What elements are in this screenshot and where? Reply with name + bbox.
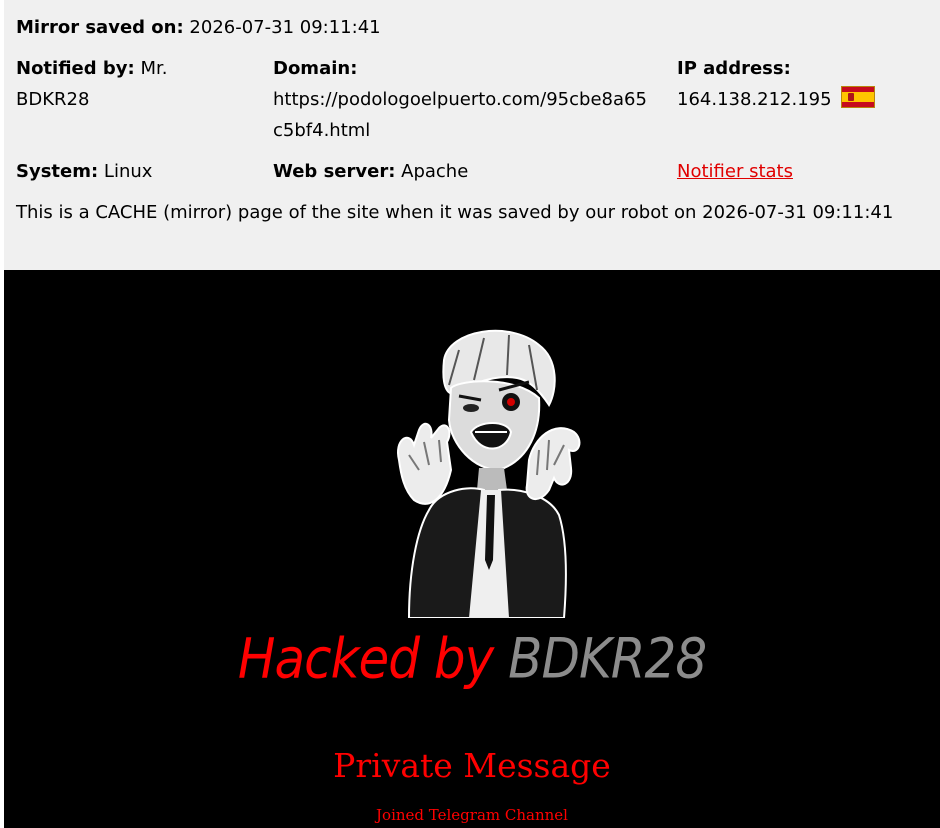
mirror-saved-value: 2026-07-31 09:11:41 — [189, 17, 381, 38]
spain-flag-icon — [841, 86, 876, 108]
webserver-cell: Web server: Apache — [273, 156, 658, 187]
domain-label: Domain: — [273, 58, 358, 79]
domain-value: https://podologoelpuerto.com/95cbe8a65c5… — [273, 89, 647, 141]
anime-character-illustration — [397, 329, 581, 618]
hacked-by-title: Hacked by BDKR28 — [4, 627, 940, 691]
webserver-label: Web server: — [273, 161, 396, 182]
mirror-saved-label: Mirror saved on: — [16, 17, 184, 38]
ip-label: IP address: — [677, 58, 791, 79]
hacked-by-text: Hacked by — [237, 627, 494, 691]
ip-cell: IP address: 164.138.212.195 — [677, 53, 927, 115]
system-cell: System: Linux — [16, 156, 246, 187]
mirrored-page: Hacked by BDKR28 Private Message Joined … — [4, 270, 940, 828]
mirror-info-panel: Mirror saved on: 2026-07-31 09:11:41 Not… — [4, 0, 940, 270]
mirror-saved-row: Mirror saved on: 2026-07-31 09:11:41 — [16, 12, 381, 43]
notifier-stats-cell: Notifier stats — [677, 156, 927, 187]
telegram-channel-link[interactable]: Joined Telegram Channel — [4, 806, 940, 824]
notifier-stats-link[interactable]: Notifier stats — [677, 161, 793, 182]
notified-by-cell: Notified by: Mr. BDKR28 — [16, 53, 246, 115]
private-message-heading: Private Message — [333, 746, 611, 785]
hacker-name-text: BDKR28 — [508, 627, 707, 691]
system-value: Linux — [103, 161, 153, 182]
ip-value: 164.138.212.195 — [677, 89, 832, 110]
system-label: System: — [16, 161, 99, 182]
notified-by-label: Notified by: — [16, 58, 135, 79]
page: Mirror saved on: 2026-07-31 09:11:41 Not… — [0, 0, 940, 828]
domain-cell: Domain: https://podologoelpuerto.com/95c… — [273, 53, 658, 146]
webserver-value: Apache — [401, 161, 469, 182]
cache-note: This is a CACHE (mirror) page of the sit… — [16, 202, 894, 223]
